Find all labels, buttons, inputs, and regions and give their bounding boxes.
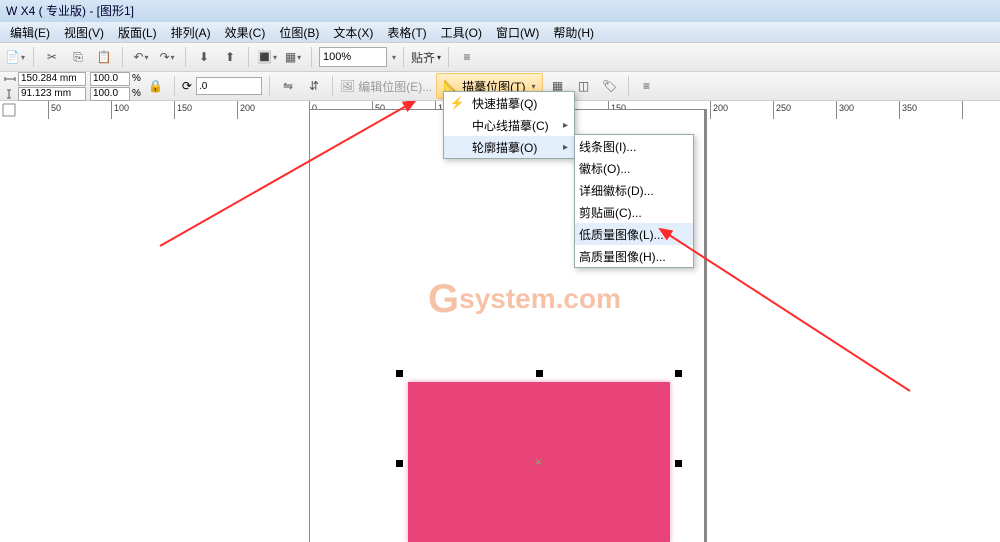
resize-handle-tl[interactable]	[396, 370, 403, 377]
copy-button[interactable]: ⎘	[67, 46, 89, 68]
menu-item-detailed-logo[interactable]: 详细徽标(D)...	[575, 179, 693, 201]
menu-item-lineart[interactable]: 线条图(I)...	[575, 135, 693, 157]
menu-view[interactable]: 视图(V)	[58, 22, 110, 43]
rotation-group: ⟳	[182, 77, 262, 95]
menu-item-centerline-trace[interactable]: 中心线描摹(C)	[444, 114, 574, 136]
object-height-input[interactable]	[18, 87, 86, 101]
scale-x-input[interactable]	[90, 72, 130, 86]
outline-trace-submenu: 线条图(I)... 徽标(O)... 详细徽标(D)... 剪贴画(C)... …	[574, 134, 694, 268]
zoom-dropdown-icon[interactable]	[391, 53, 396, 62]
workspace: 50 100 150 200 0 50 100 150 150 200 250 …	[0, 101, 1000, 542]
menu-item-low-quality-image[interactable]: 低质量图像(L)...	[575, 223, 693, 245]
menu-item-clipart[interactable]: 剪贴画(C)...	[575, 201, 693, 223]
menu-text[interactable]: 文本(X)	[327, 22, 379, 43]
menu-item-logo[interactable]: 徽标(O)...	[575, 157, 693, 179]
edit-bitmap-icon: 🖼	[340, 79, 355, 93]
vertical-ruler[interactable]	[0, 119, 19, 542]
menu-effects[interactable]: 效果(C)	[219, 22, 272, 43]
undo-button[interactable]: ↶	[130, 46, 152, 68]
zoom-level-input[interactable]	[319, 47, 387, 67]
scale-y-input[interactable]	[90, 87, 130, 101]
quick-trace-icon: ⚡	[448, 94, 466, 112]
new-button[interactable]: 📄	[4, 46, 26, 68]
app-launcher-button[interactable]: 🔳	[256, 46, 278, 68]
rotation-input[interactable]	[196, 77, 262, 95]
title-bar: W X4 ( 专业版) - [图形1]	[0, 0, 1000, 22]
options-button[interactable]: ≡	[456, 46, 478, 68]
rotation-icon: ⟳	[182, 79, 192, 93]
center-marker-icon: ×	[535, 455, 542, 469]
mirror-v-button[interactable]: ⇵	[303, 75, 325, 97]
wrap-text-button[interactable]: ≡	[636, 75, 658, 97]
crop-button[interactable]: ◫	[573, 75, 595, 97]
scale-group: % %	[90, 72, 141, 101]
menu-item-quick-trace[interactable]: ⚡ 快速描摹(Q)	[444, 92, 574, 114]
menu-edit[interactable]: 编辑(E)	[4, 22, 56, 43]
menu-help[interactable]: 帮助(H)	[547, 22, 600, 43]
export-button[interactable]: ⬆	[219, 46, 241, 68]
menu-window[interactable]: 窗口(W)	[490, 22, 545, 43]
app-title: W X4 ( 专业版) - [图形1]	[6, 4, 134, 18]
drawing-canvas[interactable]: × Gsystem.com	[18, 119, 1000, 542]
menu-table[interactable]: 表格(T)	[381, 22, 432, 43]
cut-button[interactable]: ✂	[41, 46, 63, 68]
edit-bitmap-button[interactable]: 🖼 编辑位图(E)...	[340, 78, 432, 95]
trace-bitmap-menu: ⚡ 快速描摹(Q) 中心线描摹(C) 轮廓描摹(O)	[443, 91, 575, 159]
import-button[interactable]: ⬇	[193, 46, 215, 68]
menu-item-outline-trace[interactable]: 轮廓描摹(O)	[444, 136, 574, 158]
menu-bitmaps[interactable]: 位图(B)	[273, 22, 325, 43]
bitmap-color-mask-button[interactable]: 🏷	[599, 75, 621, 97]
lock-ratio-button[interactable]: 🔒	[145, 75, 167, 97]
selected-bitmap-object[interactable]: ×	[396, 370, 682, 542]
resize-handle-tm[interactable]	[536, 370, 543, 377]
object-width-input[interactable]	[18, 72, 86, 86]
menu-layout[interactable]: 版面(L)	[112, 22, 163, 43]
watermark-text: Gsystem.com	[428, 277, 621, 322]
resize-handle-mr[interactable]	[675, 460, 682, 467]
menu-item-high-quality-image[interactable]: 高质量图像(H)...	[575, 245, 693, 267]
paste-button[interactable]: 📋	[93, 46, 115, 68]
object-size-group	[4, 72, 86, 101]
welcome-button[interactable]: ▦	[282, 46, 304, 68]
resize-handle-ml[interactable]	[396, 460, 403, 467]
menu-tools[interactable]: 工具(O)	[435, 22, 488, 43]
width-icon	[4, 74, 16, 84]
resize-handle-tr[interactable]	[675, 370, 682, 377]
snap-to-dropdown[interactable]: 贴齐▾	[411, 49, 441, 66]
redo-button[interactable]: ↷	[156, 46, 178, 68]
menu-arrange[interactable]: 排列(A)	[165, 22, 217, 43]
menu-bar: 编辑(E) 视图(V) 版面(L) 排列(A) 效果(C) 位图(B) 文本(X…	[0, 22, 1000, 42]
standard-toolbar: 📄 ✂ ⎘ 📋 ↶ ↷ ⬇ ⬆ 🔳 ▦ 贴齐▾ ≡	[0, 42, 1000, 72]
height-icon	[4, 89, 16, 99]
mirror-h-button[interactable]: ⇋	[277, 75, 299, 97]
ruler-origin[interactable]	[0, 101, 19, 120]
